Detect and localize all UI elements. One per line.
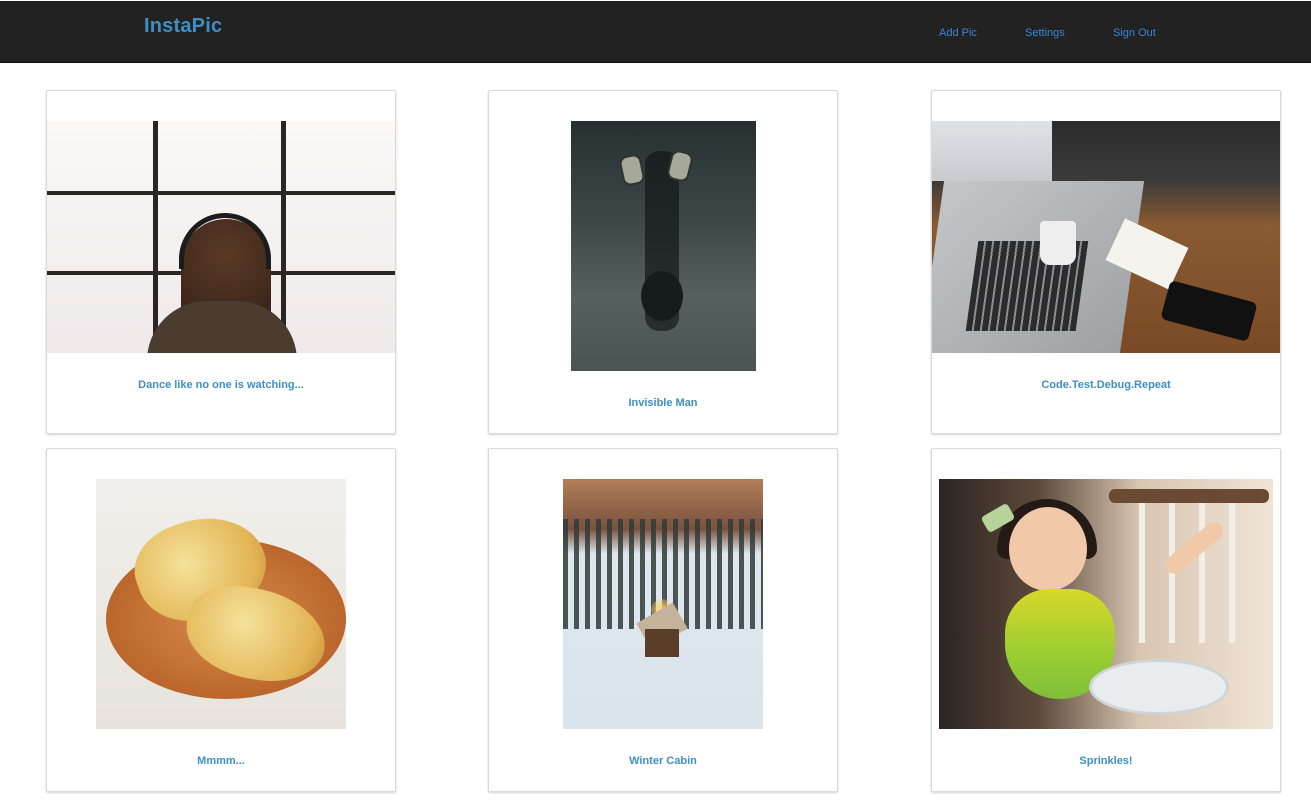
- post-card[interactable]: Sprinkles!: [931, 448, 1281, 792]
- nav-sign-out-link[interactable]: Sign Out: [1113, 27, 1156, 39]
- post-card[interactable]: Mmmm...: [46, 448, 396, 792]
- brand-logo-link[interactable]: InstaPic: [144, 15, 222, 38]
- nav-settings-link[interactable]: Settings: [1025, 27, 1065, 39]
- post-image-baby[interactable]: [939, 479, 1273, 729]
- post-caption: Invisible Man: [628, 397, 698, 409]
- post-card[interactable]: Invisible Man: [488, 90, 838, 434]
- post-caption: Mmmm...: [197, 755, 245, 767]
- post-card[interactable]: Dance like no one is watching...: [46, 90, 396, 434]
- nav-add-pic-link[interactable]: Add Pic: [939, 27, 977, 39]
- post-caption: Winter Cabin: [629, 755, 697, 767]
- post-image-reflection[interactable]: [571, 121, 756, 371]
- post-caption: Dance like no one is watching...: [138, 379, 304, 391]
- post-image-headphones-window[interactable]: [47, 121, 395, 353]
- post-image-crepes[interactable]: [96, 479, 346, 729]
- post-caption: Code.Test.Debug.Repeat: [1041, 379, 1171, 391]
- post-card[interactable]: Code.Test.Debug.Repeat: [931, 90, 1281, 434]
- top-navbar: InstaPic Add Pic Settings Sign Out: [0, 1, 1311, 63]
- post-card[interactable]: Winter Cabin: [488, 448, 838, 792]
- post-image-winter-cabin[interactable]: [563, 479, 763, 729]
- post-image-laptop-desk[interactable]: [932, 121, 1280, 353]
- post-caption: Sprinkles!: [1079, 755, 1133, 767]
